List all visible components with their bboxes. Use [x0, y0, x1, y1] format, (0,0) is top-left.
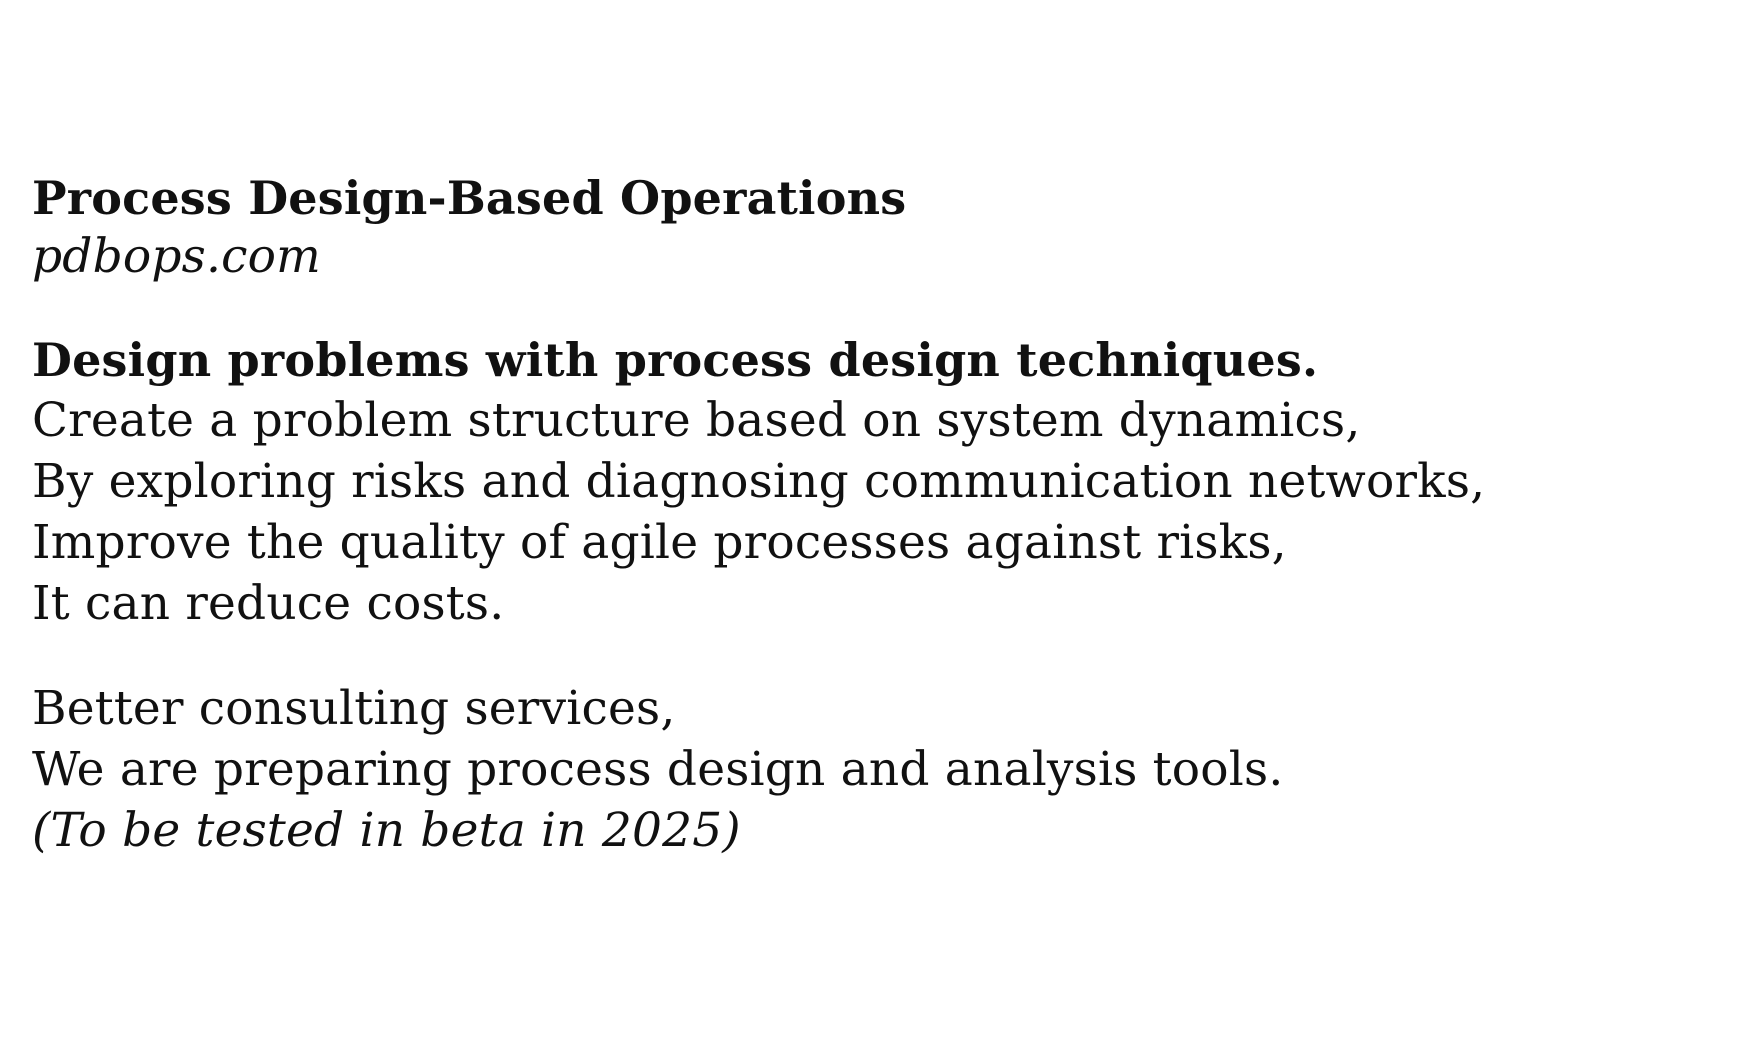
- beta-note: (To be tested in beta in 2025): [32, 803, 741, 858]
- intro-line: Improve the quality of agile processes a…: [32, 515, 1287, 570]
- outro-line: We are preparing process design and anal…: [32, 742, 1284, 797]
- landing-content: Process Design-Based Operations pdbops.c…: [32, 168, 1712, 861]
- intro-headline: Design problems with process design tech…: [32, 333, 1319, 387]
- site-header: Process Design-Based Operations pdbops.c…: [32, 168, 1712, 286]
- intro-line: It can reduce costs.: [32, 576, 505, 631]
- intro-section: Design problems with process design tech…: [32, 330, 1712, 634]
- outro-section: Better consulting services, We are prepa…: [32, 678, 1712, 861]
- site-title: Process Design-Based Operations: [32, 171, 907, 225]
- outro-line: Better consulting services,: [32, 681, 676, 736]
- site-domain-link[interactable]: pdbops.com: [32, 228, 1712, 286]
- intro-line: Create a problem structure based on syst…: [32, 393, 1361, 448]
- intro-line: By exploring risks and diagnosing commun…: [32, 454, 1486, 509]
